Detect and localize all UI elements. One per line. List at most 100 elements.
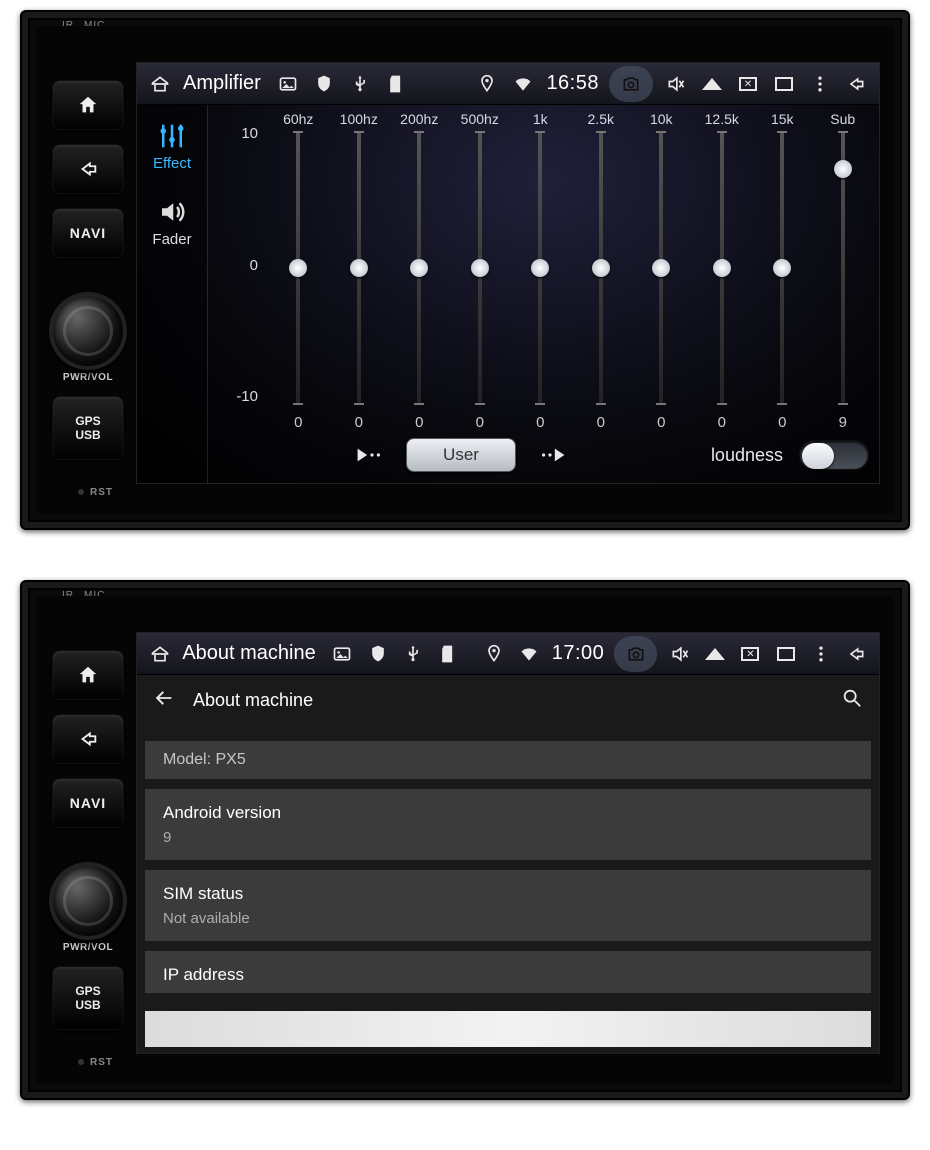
display-icon[interactable]	[771, 71, 797, 97]
screen-off-icon[interactable]	[738, 641, 763, 667]
eq-band-label: 15k	[752, 111, 813, 127]
hw-pwrvol-label: PWR/VOL	[38, 372, 138, 383]
sliders-icon	[157, 121, 187, 151]
eq-slider-thumb[interactable]	[652, 259, 670, 277]
hw-back-button[interactable]	[52, 714, 124, 764]
eq-slider[interactable]	[389, 131, 450, 405]
loading-bar	[145, 1011, 871, 1047]
eq-slider-thumb[interactable]	[531, 259, 549, 277]
eject-icon[interactable]	[702, 641, 727, 667]
eq-slider-thumb[interactable]	[350, 259, 368, 277]
wifi-icon	[510, 71, 536, 97]
eq-slider[interactable]	[571, 131, 632, 405]
wifi-icon	[516, 641, 541, 667]
settings-row[interactable]: Android version9	[145, 789, 871, 860]
settings-row-secondary: Not available	[163, 910, 853, 927]
eq-slider[interactable]	[510, 131, 571, 405]
eq-slider[interactable]	[813, 131, 874, 405]
eq-y-scale: 10 0 -10	[214, 125, 258, 405]
location-icon	[474, 71, 500, 97]
sd-card-icon	[383, 71, 409, 97]
eq-band-value: 0	[631, 414, 692, 431]
eq-band-label: 1k	[510, 111, 571, 127]
eq-band-value: 0	[268, 414, 329, 431]
more-icon[interactable]	[808, 641, 833, 667]
eq-band-value: 0	[510, 414, 571, 431]
hw-gps-usb-button[interactable]: GPS USB	[52, 396, 124, 460]
preset-next-button[interactable]	[528, 437, 572, 473]
settings-row-secondary: 9	[163, 829, 853, 846]
eq-slider-thumb[interactable]	[592, 259, 610, 277]
screenshot-button[interactable]	[609, 66, 653, 102]
mute-icon[interactable]	[667, 641, 692, 667]
loudness-toggle[interactable]	[799, 440, 869, 470]
picture-icon	[275, 71, 301, 97]
settings-row-primary: IP address	[163, 965, 853, 985]
eq-slider-thumb[interactable]	[713, 259, 731, 277]
settings-title: About machine	[193, 690, 313, 711]
hw-navi-button[interactable]: NAVI	[52, 778, 124, 828]
tab-fader[interactable]: Fader	[142, 187, 202, 257]
hw-rst-label: RST	[78, 1057, 113, 1068]
screenshot-button[interactable]	[614, 636, 657, 672]
eq-band-label: 60hz	[268, 111, 329, 127]
equalizer-area: 60hz100hz200hz500hz1k2.5k10k12.5k15kSub …	[208, 105, 879, 483]
tab-effect[interactable]: Effect	[142, 111, 202, 181]
eq-slider-thumb[interactable]	[773, 259, 791, 277]
settings-row[interactable]: IP address	[145, 951, 871, 993]
eject-icon[interactable]	[699, 71, 725, 97]
eq-slider[interactable]	[268, 131, 329, 405]
hw-rst-label: RST	[78, 487, 113, 498]
hw-gps-usb-button[interactable]: GPS USB	[52, 966, 124, 1030]
screen-off-icon[interactable]	[735, 71, 761, 97]
eq-band-value: 0	[329, 414, 390, 431]
eq-slider[interactable]	[752, 131, 813, 405]
hw-volume-knob[interactable]	[49, 862, 127, 940]
eq-band-label: Sub	[813, 111, 874, 127]
settings-row[interactable]: SIM status Not available	[145, 870, 871, 941]
status-bar: Amplifier 16:58	[137, 63, 879, 105]
mute-icon[interactable]	[663, 71, 689, 97]
display-icon[interactable]	[773, 641, 798, 667]
eq-slider-thumb[interactable]	[289, 259, 307, 277]
eq-slider-thumb[interactable]	[834, 160, 852, 178]
preset-prev-button[interactable]	[350, 437, 394, 473]
settings-row-primary: Model: PX5	[163, 751, 853, 769]
header-back-button[interactable]	[153, 687, 175, 714]
eq-band-label: 10k	[631, 111, 692, 127]
hw-home-button[interactable]	[52, 80, 124, 130]
home-icon[interactable]	[147, 71, 173, 97]
eq-slider-thumb[interactable]	[471, 259, 489, 277]
hw-home-button[interactable]	[52, 650, 124, 700]
eq-slider[interactable]	[329, 131, 390, 405]
sd-card-icon	[436, 641, 461, 667]
eq-band-label: 2.5k	[571, 111, 632, 127]
eq-band-value: 0	[752, 414, 813, 431]
eq-band-label: 200hz	[389, 111, 450, 127]
home-icon[interactable]	[147, 641, 172, 667]
app-title: About machine	[182, 642, 315, 665]
back-icon[interactable]	[844, 641, 869, 667]
loudness-label: loudness	[711, 445, 783, 466]
eq-slider[interactable]	[450, 131, 511, 405]
hw-back-button[interactable]	[52, 144, 124, 194]
eq-slider[interactable]	[692, 131, 753, 405]
shield-icon	[311, 71, 337, 97]
hw-navi-button[interactable]: NAVI	[52, 208, 124, 258]
eq-slider[interactable]	[631, 131, 692, 405]
preset-button[interactable]: User	[406, 438, 516, 472]
search-button[interactable]	[841, 687, 863, 714]
eq-slider-thumb[interactable]	[410, 259, 428, 277]
eq-band-label: 100hz	[329, 111, 390, 127]
back-icon[interactable]	[843, 71, 869, 97]
usb-icon	[347, 71, 373, 97]
app-title: Amplifier	[183, 72, 261, 95]
eq-band-value: 0	[571, 414, 632, 431]
usb-icon	[400, 641, 425, 667]
hw-volume-knob[interactable]	[49, 292, 127, 370]
settings-row-primary: SIM status	[163, 884, 853, 904]
more-icon[interactable]	[807, 71, 833, 97]
eq-band-value: 0	[692, 414, 753, 431]
settings-row[interactable]: Model: PX5	[145, 741, 871, 779]
eq-band-value: 0	[450, 414, 511, 431]
